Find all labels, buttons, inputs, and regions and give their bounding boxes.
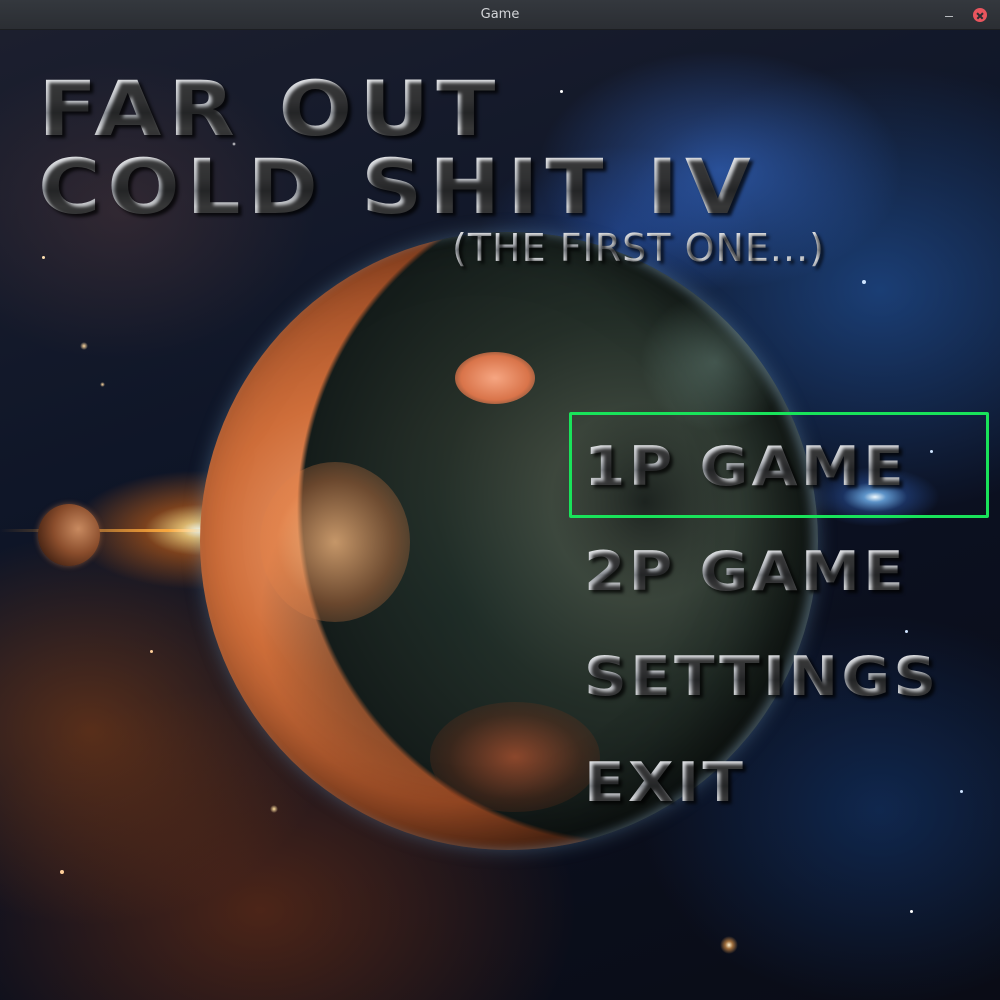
star-decoration <box>910 910 913 913</box>
star-decoration <box>930 450 933 453</box>
planet-crater <box>640 292 790 432</box>
menu-item-1p-game[interactable]: 1P GAME <box>584 437 907 497</box>
close-icon[interactable] <box>973 8 987 22</box>
star-decoration <box>100 382 105 387</box>
star-decoration <box>960 790 963 793</box>
game-title-line1: FAR OUT <box>38 64 503 153</box>
star-decoration <box>60 870 64 874</box>
small-moon-image <box>38 504 100 566</box>
menu-item-settings[interactable]: SETTINGS <box>584 647 940 707</box>
star-decoration <box>150 650 153 653</box>
window-titlebar[interactable]: Game <box>0 0 1000 30</box>
star-decoration <box>80 342 88 350</box>
star-decoration <box>270 805 278 813</box>
game-canvas: FAR OUT COLD SHIT IV (THE FIRST ONE...) … <box>0 30 1000 1000</box>
menu-item-2p-game[interactable]: 2P GAME <box>584 542 907 602</box>
star-decoration <box>42 256 45 259</box>
planet-crater <box>260 462 410 622</box>
game-title-line2: COLD SHIT IV <box>38 142 758 231</box>
window-title: Game <box>480 7 520 22</box>
star-decoration <box>905 630 908 633</box>
game-window: Game FAR OUT COLD SHIT IV (THE FIRST ONE… <box>0 0 1000 1000</box>
game-subtitle: (THE FIRST ONE...) <box>452 226 825 270</box>
star-decoration <box>560 90 563 93</box>
menu-item-exit[interactable]: EXIT <box>584 753 746 813</box>
planet-crater <box>455 352 535 404</box>
star-decoration <box>720 936 738 954</box>
minimize-icon[interactable] <box>942 9 956 23</box>
star-decoration <box>862 280 866 284</box>
planet-crater <box>430 702 600 812</box>
